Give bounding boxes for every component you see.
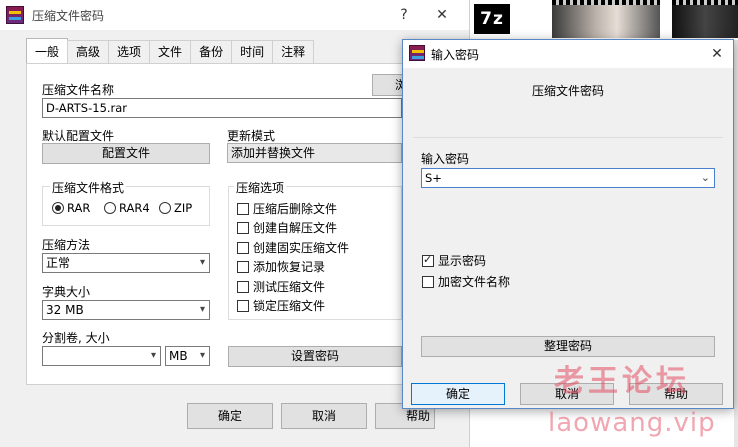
- radio-selected-icon: [52, 202, 64, 214]
- format-group-label: 压缩文件格式: [50, 179, 127, 196]
- sfx-checkbox[interactable]: 创建自解压文件: [237, 219, 337, 236]
- tab-files[interactable]: 文件: [149, 40, 192, 64]
- sevenzip-logo: 7z: [474, 4, 510, 34]
- checkbox-icon: [237, 241, 249, 254]
- encrypt-filenames-checkbox[interactable]: 加密文件名称: [422, 273, 510, 290]
- video-thumbnail: [552, 0, 660, 38]
- archive-cancel-button[interactable]: 取消: [281, 403, 367, 429]
- help-icon[interactable]: ?: [390, 4, 418, 26]
- tab-advanced[interactable]: 高级: [67, 40, 110, 64]
- radio-empty-icon: [159, 202, 171, 214]
- tab-strip: 一般 高级 选项 文件 备份 时间 注释: [26, 38, 315, 64]
- password-label: 输入密码: [421, 152, 470, 166]
- show-password-checkbox[interactable]: 显示密码: [422, 252, 486, 269]
- split-unit-select[interactable]: MB ▾: [165, 346, 210, 366]
- checkbox-icon: [237, 299, 249, 312]
- archive-ok-button[interactable]: 确定: [187, 403, 273, 429]
- checkbox-icon: [237, 202, 249, 215]
- method-value: 正常: [46, 256, 71, 270]
- winrar-icon: [6, 6, 24, 24]
- close-icon[interactable]: ✕: [428, 4, 456, 26]
- checkbox-icon: [237, 260, 249, 273]
- chevron-down-icon: ▾: [199, 257, 205, 268]
- chevron-down-icon: ▾: [199, 304, 205, 315]
- recovery-record-checkbox[interactable]: 添加恢复记录: [237, 258, 325, 275]
- archive-name-label: 压缩文件名称: [42, 83, 115, 97]
- password-value: S+: [425, 171, 442, 185]
- tab-general[interactable]: 一般: [26, 38, 69, 64]
- archive-window-titlebar: 压缩文件密码 ? ✕: [0, 0, 469, 30]
- update-mode-value: 添加并替换文件: [231, 146, 316, 160]
- archive-name-input[interactable]: D-ARTS-15.rar: [42, 98, 402, 118]
- tab-backup[interactable]: 备份: [190, 40, 233, 64]
- dialog-title: 输入密码: [431, 47, 480, 62]
- options-group-label: 压缩选项: [234, 179, 287, 196]
- archive-settings-window: 压缩文件密码 ? ✕ 一般 高级 选项 文件 备份 时间 注释 压缩文件名称 浏…: [0, 0, 470, 447]
- checkbox-icon: [237, 221, 249, 234]
- update-mode-select[interactable]: 添加并替换文件: [227, 143, 402, 163]
- enter-password-dialog: 输入密码 ✕ 压缩文件密码 输入密码 S+ ⌄ 显示密码 加密文件名称 整理密码…: [402, 39, 734, 409]
- password-input[interactable]: S+ ⌄: [421, 168, 715, 188]
- format-rar4-radio[interactable]: RAR4: [104, 201, 150, 215]
- close-icon[interactable]: ✕: [703, 43, 731, 65]
- checkbox-icon: [422, 275, 434, 288]
- dictionary-value: 32 MB: [46, 303, 84, 317]
- tab-time[interactable]: 时间: [231, 40, 274, 64]
- archive-window-title: 压缩文件密码: [32, 8, 105, 23]
- checkbox-checked-icon: [422, 253, 434, 267]
- chevron-down-icon: ▾: [199, 350, 205, 361]
- filmstrip-icon: [672, 0, 738, 5]
- watermark-text: 老王论坛: [554, 364, 690, 399]
- radio-empty-icon: [104, 202, 116, 214]
- filmstrip-icon: [552, 0, 660, 5]
- checkbox-icon: [237, 280, 249, 293]
- delete-after-checkbox[interactable]: 压缩后删除文件: [237, 200, 337, 217]
- split-unit-value: MB: [169, 349, 188, 363]
- split-size-input[interactable]: ▾: [42, 346, 161, 366]
- divider: [413, 137, 723, 138]
- dictionary-select[interactable]: 32 MB ▾: [42, 300, 210, 320]
- split-label: 分割卷, 大小: [42, 331, 110, 345]
- organize-passwords-button[interactable]: 整理密码: [421, 336, 715, 357]
- profiles-button[interactable]: 配置文件: [42, 143, 210, 164]
- update-mode-label: 更新模式: [227, 129, 276, 143]
- desktop-background: [734, 40, 738, 447]
- dialog-ok-button[interactable]: 确定: [411, 383, 505, 405]
- chevron-down-icon[interactable]: ⌄: [701, 169, 710, 187]
- watermark-url: laowang.vip: [548, 408, 716, 438]
- lock-archive-checkbox[interactable]: 锁定压缩文件: [237, 297, 325, 314]
- test-archive-checkbox[interactable]: 测试压缩文件: [237, 278, 325, 295]
- video-thumbnail: [672, 0, 738, 38]
- dialog-heading: 压缩文件密码: [531, 84, 604, 98]
- set-password-button[interactable]: 设置密码: [228, 346, 402, 367]
- tab-comment[interactable]: 注释: [272, 40, 315, 64]
- dictionary-label: 字典大小: [42, 285, 91, 299]
- format-zip-radio[interactable]: ZIP: [159, 201, 192, 215]
- default-profile-label: 默认配置文件: [42, 129, 115, 143]
- format-rar-radio[interactable]: RAR: [52, 201, 90, 215]
- method-label: 压缩方法: [42, 238, 91, 252]
- dialog-titlebar: 输入密码 ✕: [403, 40, 733, 68]
- solid-checkbox[interactable]: 创建固实压缩文件: [237, 239, 349, 256]
- method-select[interactable]: 正常 ▾: [42, 253, 210, 273]
- tab-options[interactable]: 选项: [108, 40, 151, 64]
- winrar-icon: [409, 45, 425, 61]
- chevron-down-icon: ▾: [150, 350, 156, 361]
